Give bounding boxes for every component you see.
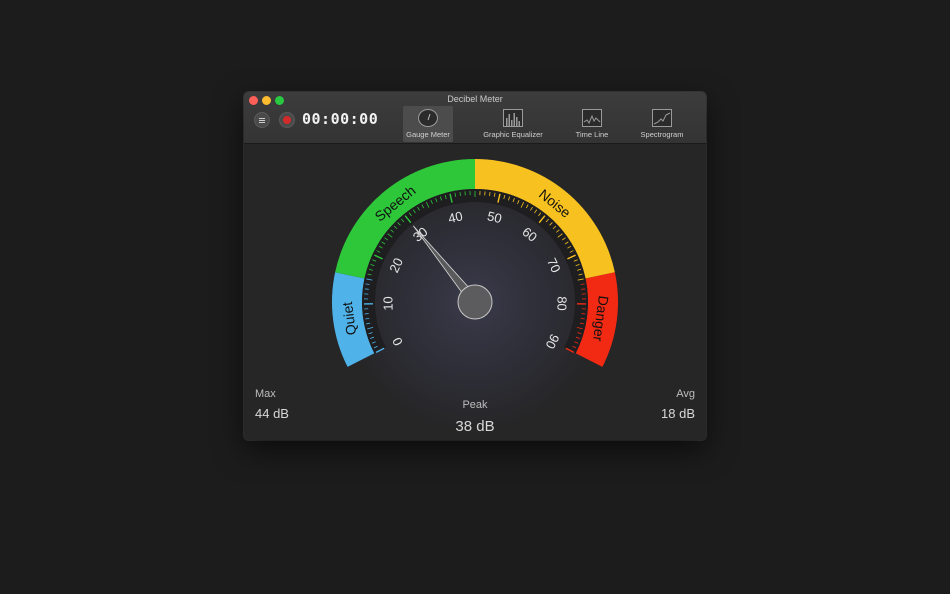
minor-tick — [459, 191, 461, 197]
window-title: Decibel Meter — [447, 94, 503, 104]
tab-time-line[interactable]: Time Line — [568, 106, 616, 142]
tab-gauge-meter[interactable]: Gauge Meter — [403, 106, 453, 142]
timeline-icon — [582, 109, 602, 127]
tab-label: Gauge Meter — [406, 130, 450, 139]
peak-value: 38 dB — [455, 418, 495, 435]
timer-display: 00:00:00 — [302, 110, 379, 128]
gauge-meter: QuietSpeechNoiseDanger 01020304050607080… — [332, 159, 618, 430]
tick-label: 80 — [554, 296, 569, 311]
peak-label: Peak — [462, 399, 488, 411]
avg-label: Avg — [676, 388, 695, 400]
tab-spectrogram[interactable]: Spectrogram — [637, 106, 687, 142]
equalizer-icon — [503, 109, 523, 127]
minor-tick — [489, 191, 491, 197]
tab-label: Graphic Equalizer — [483, 130, 543, 139]
tick-label: 10 — [380, 296, 395, 311]
spectrogram-icon — [652, 109, 672, 127]
decibel-meter-window: Decibel Meter 00:00:00 Gauge Meter Graph… — [244, 92, 706, 440]
titlebar: Decibel Meter 00:00:00 Gauge Meter Graph… — [244, 92, 706, 144]
tab-label: Spectrogram — [640, 130, 684, 139]
needle-hub — [457, 284, 493, 320]
menu-button[interactable] — [254, 112, 270, 128]
record-button[interactable] — [279, 112, 295, 128]
tab-graphic-equalizer[interactable]: Graphic Equalizer — [480, 106, 546, 142]
gauge-view: QuietSpeechNoiseDanger 01020304050607080… — [244, 144, 706, 440]
avg-value: 18 dB — [661, 406, 695, 421]
tab-label: Time Line — [575, 130, 609, 139]
gauge-icon — [418, 109, 438, 127]
menu-icon — [259, 118, 265, 119]
